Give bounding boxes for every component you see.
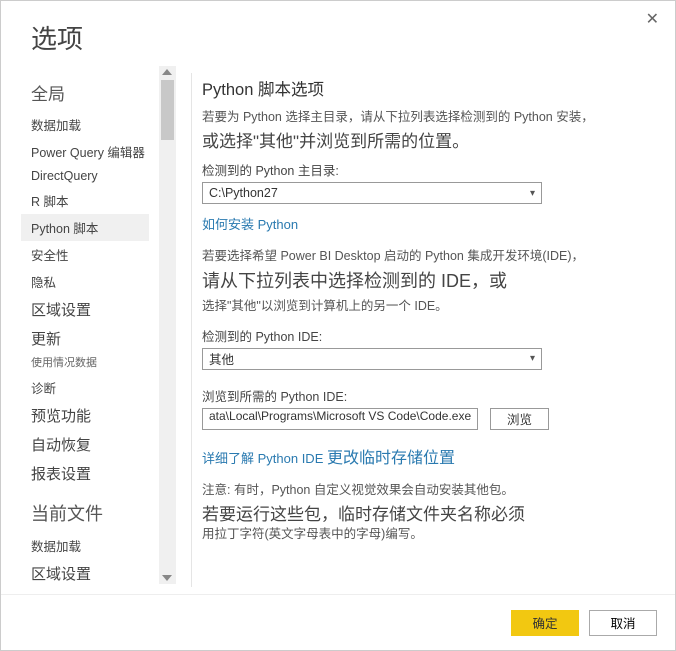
browse-button[interactable]: 浏览 xyxy=(490,408,549,430)
temp-note: 注意: 有时，Python 自定义视觉效果会自动安装其他包。 xyxy=(202,481,657,500)
browse-label: 浏览到所需的 Python IDE: xyxy=(202,386,657,405)
sidebar-item-privacy[interactable]: 隐私 xyxy=(21,268,149,295)
temp-small: 用拉丁字符(英文字母表中的字母)编写。 xyxy=(202,525,657,544)
sidebar-section-current-file: 当前文件 xyxy=(31,500,176,526)
dialog-title: 选项 xyxy=(1,1,675,66)
sidebar-item-diagnostics[interactable]: 诊断 xyxy=(21,374,149,401)
home-dir-value: C:\Python27 xyxy=(209,186,278,200)
close-icon[interactable]: ✕ xyxy=(640,7,665,31)
content-panel: Python 脚本选项 若要为 Python 选择主目录，请从下拉列表选择检测到… xyxy=(176,66,675,584)
sidebar-item-data-load-file[interactable]: 数据加载 xyxy=(21,532,149,559)
sidebar-scrollbar[interactable] xyxy=(159,66,176,584)
ide-label: 检测到的 Python IDE: xyxy=(202,326,657,345)
sidebar-item-data-load[interactable]: 数据加载 xyxy=(21,111,149,138)
home-help-2: 或选择"其他"并浏览到所需的位置。 xyxy=(202,129,657,155)
home-dir-dropdown[interactable]: C:\Python27 ▾ xyxy=(202,182,542,204)
sidebar-item-pq-editor[interactable]: Power Query 编辑器 xyxy=(21,138,149,165)
ide-help-3: 选择"其他"以浏览到计算机上的另一个 IDE。 xyxy=(202,297,657,316)
dialog-footer: 确定 取消 xyxy=(1,594,675,650)
sidebar-item-directquery[interactable]: DirectQuery xyxy=(21,165,149,187)
ide-path-input[interactable]: ata\Local\Programs\Microsoft VS Code\Cod… xyxy=(202,408,478,430)
home-dir-label: 检测到的 Python 主目录: xyxy=(202,160,657,179)
ok-button[interactable]: 确定 xyxy=(511,610,579,636)
sidebar-item-preview[interactable]: 预览功能 xyxy=(21,401,149,430)
divider xyxy=(191,73,192,587)
sidebar-item-python-script[interactable]: Python 脚本 xyxy=(21,214,149,241)
temp-big: 若要运行这些包，临时存储文件夹名称必须 xyxy=(202,502,657,528)
sidebar: 全局 数据加载 Power Query 编辑器 DirectQuery R 脚本… xyxy=(1,66,176,584)
temp-storage-link[interactable]: 更改临时存储位置 xyxy=(327,444,455,468)
ide-dropdown[interactable]: 其他 ▾ xyxy=(202,348,542,370)
sidebar-section-global: 全局 xyxy=(31,80,176,105)
ide-value: 其他 xyxy=(209,349,234,368)
sidebar-item-auto-recover[interactable]: 自动恢复 xyxy=(21,430,149,459)
chevron-down-icon: ▾ xyxy=(530,188,535,199)
sidebar-item-report-settings[interactable]: 报表设置 xyxy=(21,459,149,488)
sidebar-item-usage-data[interactable]: 使用情况数据 xyxy=(21,353,149,374)
sidebar-item-r-script[interactable]: R 脚本 xyxy=(21,187,149,214)
chevron-down-icon: ▾ xyxy=(530,353,535,364)
section-heading: Python 脚本选项 xyxy=(202,76,657,100)
ide-help-2: 请从下拉列表中选择检测到的 IDE，或 xyxy=(202,268,657,295)
install-python-link[interactable]: 如何安装 Python xyxy=(202,214,298,233)
sidebar-item-regional-file[interactable]: 区域设置 xyxy=(21,559,149,588)
sidebar-item-security[interactable]: 安全性 xyxy=(21,241,149,268)
cancel-button[interactable]: 取消 xyxy=(589,610,657,636)
ide-help-1: 若要选择希望 Power BI Desktop 启动的 Python 集成开发环… xyxy=(202,247,657,266)
ide-learn-link[interactable]: 详细了解 Python IDE xyxy=(202,448,323,467)
home-help-1: 若要为 Python 选择主目录，请从下拉列表选择检测到的 Python 安装， xyxy=(202,108,657,127)
sidebar-item-update[interactable]: 更新 xyxy=(21,324,149,353)
sidebar-item-regional[interactable]: 区域设置 xyxy=(21,295,149,324)
